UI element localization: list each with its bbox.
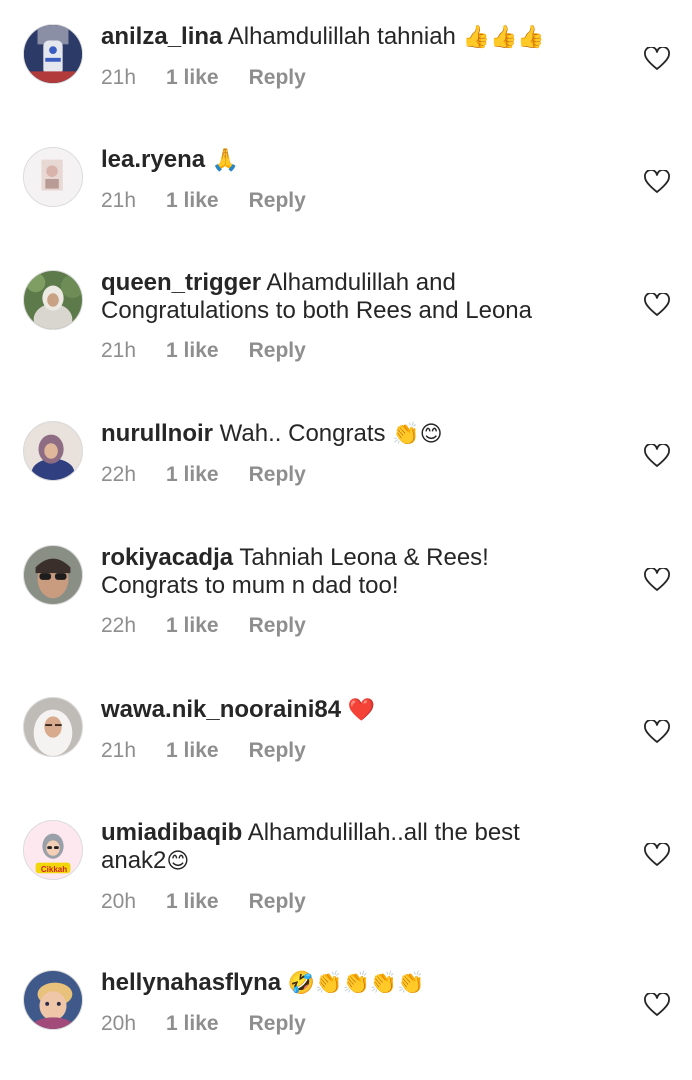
hijab-avatar[interactable] <box>23 421 83 481</box>
comment-username[interactable]: nurullnoir <box>101 420 213 447</box>
like-count[interactable]: 1 like <box>166 1012 219 1036</box>
like-count[interactable]: 1 like <box>166 339 219 363</box>
comment-text: rokiyacadja Tahniah Leona & Rees! Congra… <box>101 544 601 600</box>
comment-emoji: 👏😊 <box>392 422 443 447</box>
comment-time: 21h <box>101 66 137 89</box>
heart-icon[interactable] <box>644 170 670 194</box>
reply-button[interactable]: Reply <box>249 189 306 213</box>
comment-body: nurullnoir Wah.. Congrats 👏😊 22h 1 like … <box>101 420 601 487</box>
white-hijab-avatar[interactable] <box>23 697 83 757</box>
comment-time: 20h <box>101 890 137 913</box>
comment-body: lea.ryena 🙏 21h 1 like Reply <box>101 146 601 213</box>
comment-time: 21h <box>101 189 137 212</box>
comment-meta: 21h 1 like Reply <box>101 339 601 363</box>
reply-button[interactable]: Reply <box>249 890 306 914</box>
like-count[interactable]: 1 like <box>166 66 219 90</box>
like-count[interactable]: 1 like <box>166 614 219 638</box>
comment-meta: 21h 1 like Reply <box>101 189 601 213</box>
comment-meta: 20h 1 like Reply <box>101 1012 601 1036</box>
comment-text: hellynahasflyna 🤣👏👏👏👏 <box>101 969 601 998</box>
heart-icon[interactable] <box>644 293 670 317</box>
comment-emoji: 👍👍👍 <box>462 25 545 50</box>
reply-button[interactable]: Reply <box>249 463 306 487</box>
reply-button[interactable]: Reply <box>249 66 306 90</box>
comment-username[interactable]: anilza_lina <box>101 23 222 50</box>
comment-meta: 21h 1 like Reply <box>101 739 601 763</box>
comment-meta: 22h 1 like Reply <box>101 463 601 487</box>
reply-button[interactable]: Reply <box>249 614 306 638</box>
comment-time: 21h <box>101 739 137 762</box>
comment-username[interactable]: lea.ryena <box>101 146 205 173</box>
comment-time: 22h <box>101 463 137 486</box>
comment-emoji: 🤣👏👏👏👏 <box>287 971 425 996</box>
like-count[interactable]: 1 like <box>166 189 219 213</box>
comment-emoji: ❤️ <box>347 698 376 723</box>
portrait-avatar[interactable] <box>23 147 83 207</box>
heart-icon[interactable] <box>644 47 670 71</box>
comment-text: anilza_lina Alhamdulillah tahniah 👍👍👍 <box>101 23 601 52</box>
robot-avatar[interactable] <box>23 24 83 84</box>
comment-emoji: 😊 <box>166 849 190 874</box>
comment-username[interactable]: umiadibaqib <box>101 819 242 846</box>
comment-text: lea.ryena 🙏 <box>101 146 601 175</box>
heart-icon[interactable] <box>644 993 670 1017</box>
comment-time: 21h <box>101 339 137 362</box>
comment-time: 20h <box>101 1012 137 1035</box>
comment-message: Alhamdulillah tahniah <box>227 23 456 50</box>
comment-emoji: 🙏 <box>211 148 240 173</box>
comment-text: umiadibaqib Alhamdulillah..all the best … <box>101 819 601 876</box>
comment-body: umiadibaqib Alhamdulillah..all the best … <box>101 819 601 914</box>
like-count[interactable]: 1 like <box>166 890 219 914</box>
comment-meta: 20h 1 like Reply <box>101 890 601 914</box>
sunglasses-avatar[interactable] <box>23 545 83 605</box>
heart-icon[interactable] <box>644 568 670 592</box>
reply-button[interactable]: Reply <box>249 339 306 363</box>
cartoon-character-avatar[interactable] <box>23 970 83 1030</box>
comment-message: Wah.. Congrats <box>219 420 386 447</box>
comment-body: queen_trigger Alhamdulillah and Congratu… <box>101 269 601 363</box>
reply-button[interactable]: Reply <box>249 739 306 763</box>
comment-username[interactable]: queen_trigger <box>101 269 261 296</box>
comment-body: hellynahasflyna 🤣👏👏👏👏 20h 1 like Reply <box>101 969 601 1036</box>
comment-username[interactable]: wawa.nik_nooraini84 <box>101 696 341 723</box>
cartoon-avatar[interactable]: Cikkah <box>23 820 83 880</box>
heart-icon[interactable] <box>644 444 670 468</box>
reply-button[interactable]: Reply <box>249 1012 306 1036</box>
comment-text: wawa.nik_nooraini84 ❤️ <box>101 696 601 725</box>
comment-time: 22h <box>101 614 137 637</box>
comment-username[interactable]: rokiyacadja <box>101 544 233 571</box>
like-count[interactable]: 1 like <box>166 463 219 487</box>
comment-body: rokiyacadja Tahniah Leona & Rees! Congra… <box>101 544 601 638</box>
comment-username[interactable]: hellynahasflyna <box>101 969 281 996</box>
comment-text: nurullnoir Wah.. Congrats 👏😊 <box>101 420 601 449</box>
comment-meta: 22h 1 like Reply <box>101 614 601 638</box>
like-count[interactable]: 1 like <box>166 739 219 763</box>
comment-body: anilza_lina Alhamdulillah tahniah 👍👍👍 21… <box>101 23 601 90</box>
hijab-outdoor-avatar[interactable] <box>23 270 83 330</box>
heart-icon[interactable] <box>644 720 670 744</box>
avatar-label: Cikkah <box>40 865 68 874</box>
comment-meta: 21h 1 like Reply <box>101 66 601 90</box>
comment-body: wawa.nik_nooraini84 ❤️ 21h 1 like Reply <box>101 696 601 763</box>
heart-icon[interactable] <box>644 843 670 867</box>
comment-text: queen_trigger Alhamdulillah and Congratu… <box>101 269 601 325</box>
